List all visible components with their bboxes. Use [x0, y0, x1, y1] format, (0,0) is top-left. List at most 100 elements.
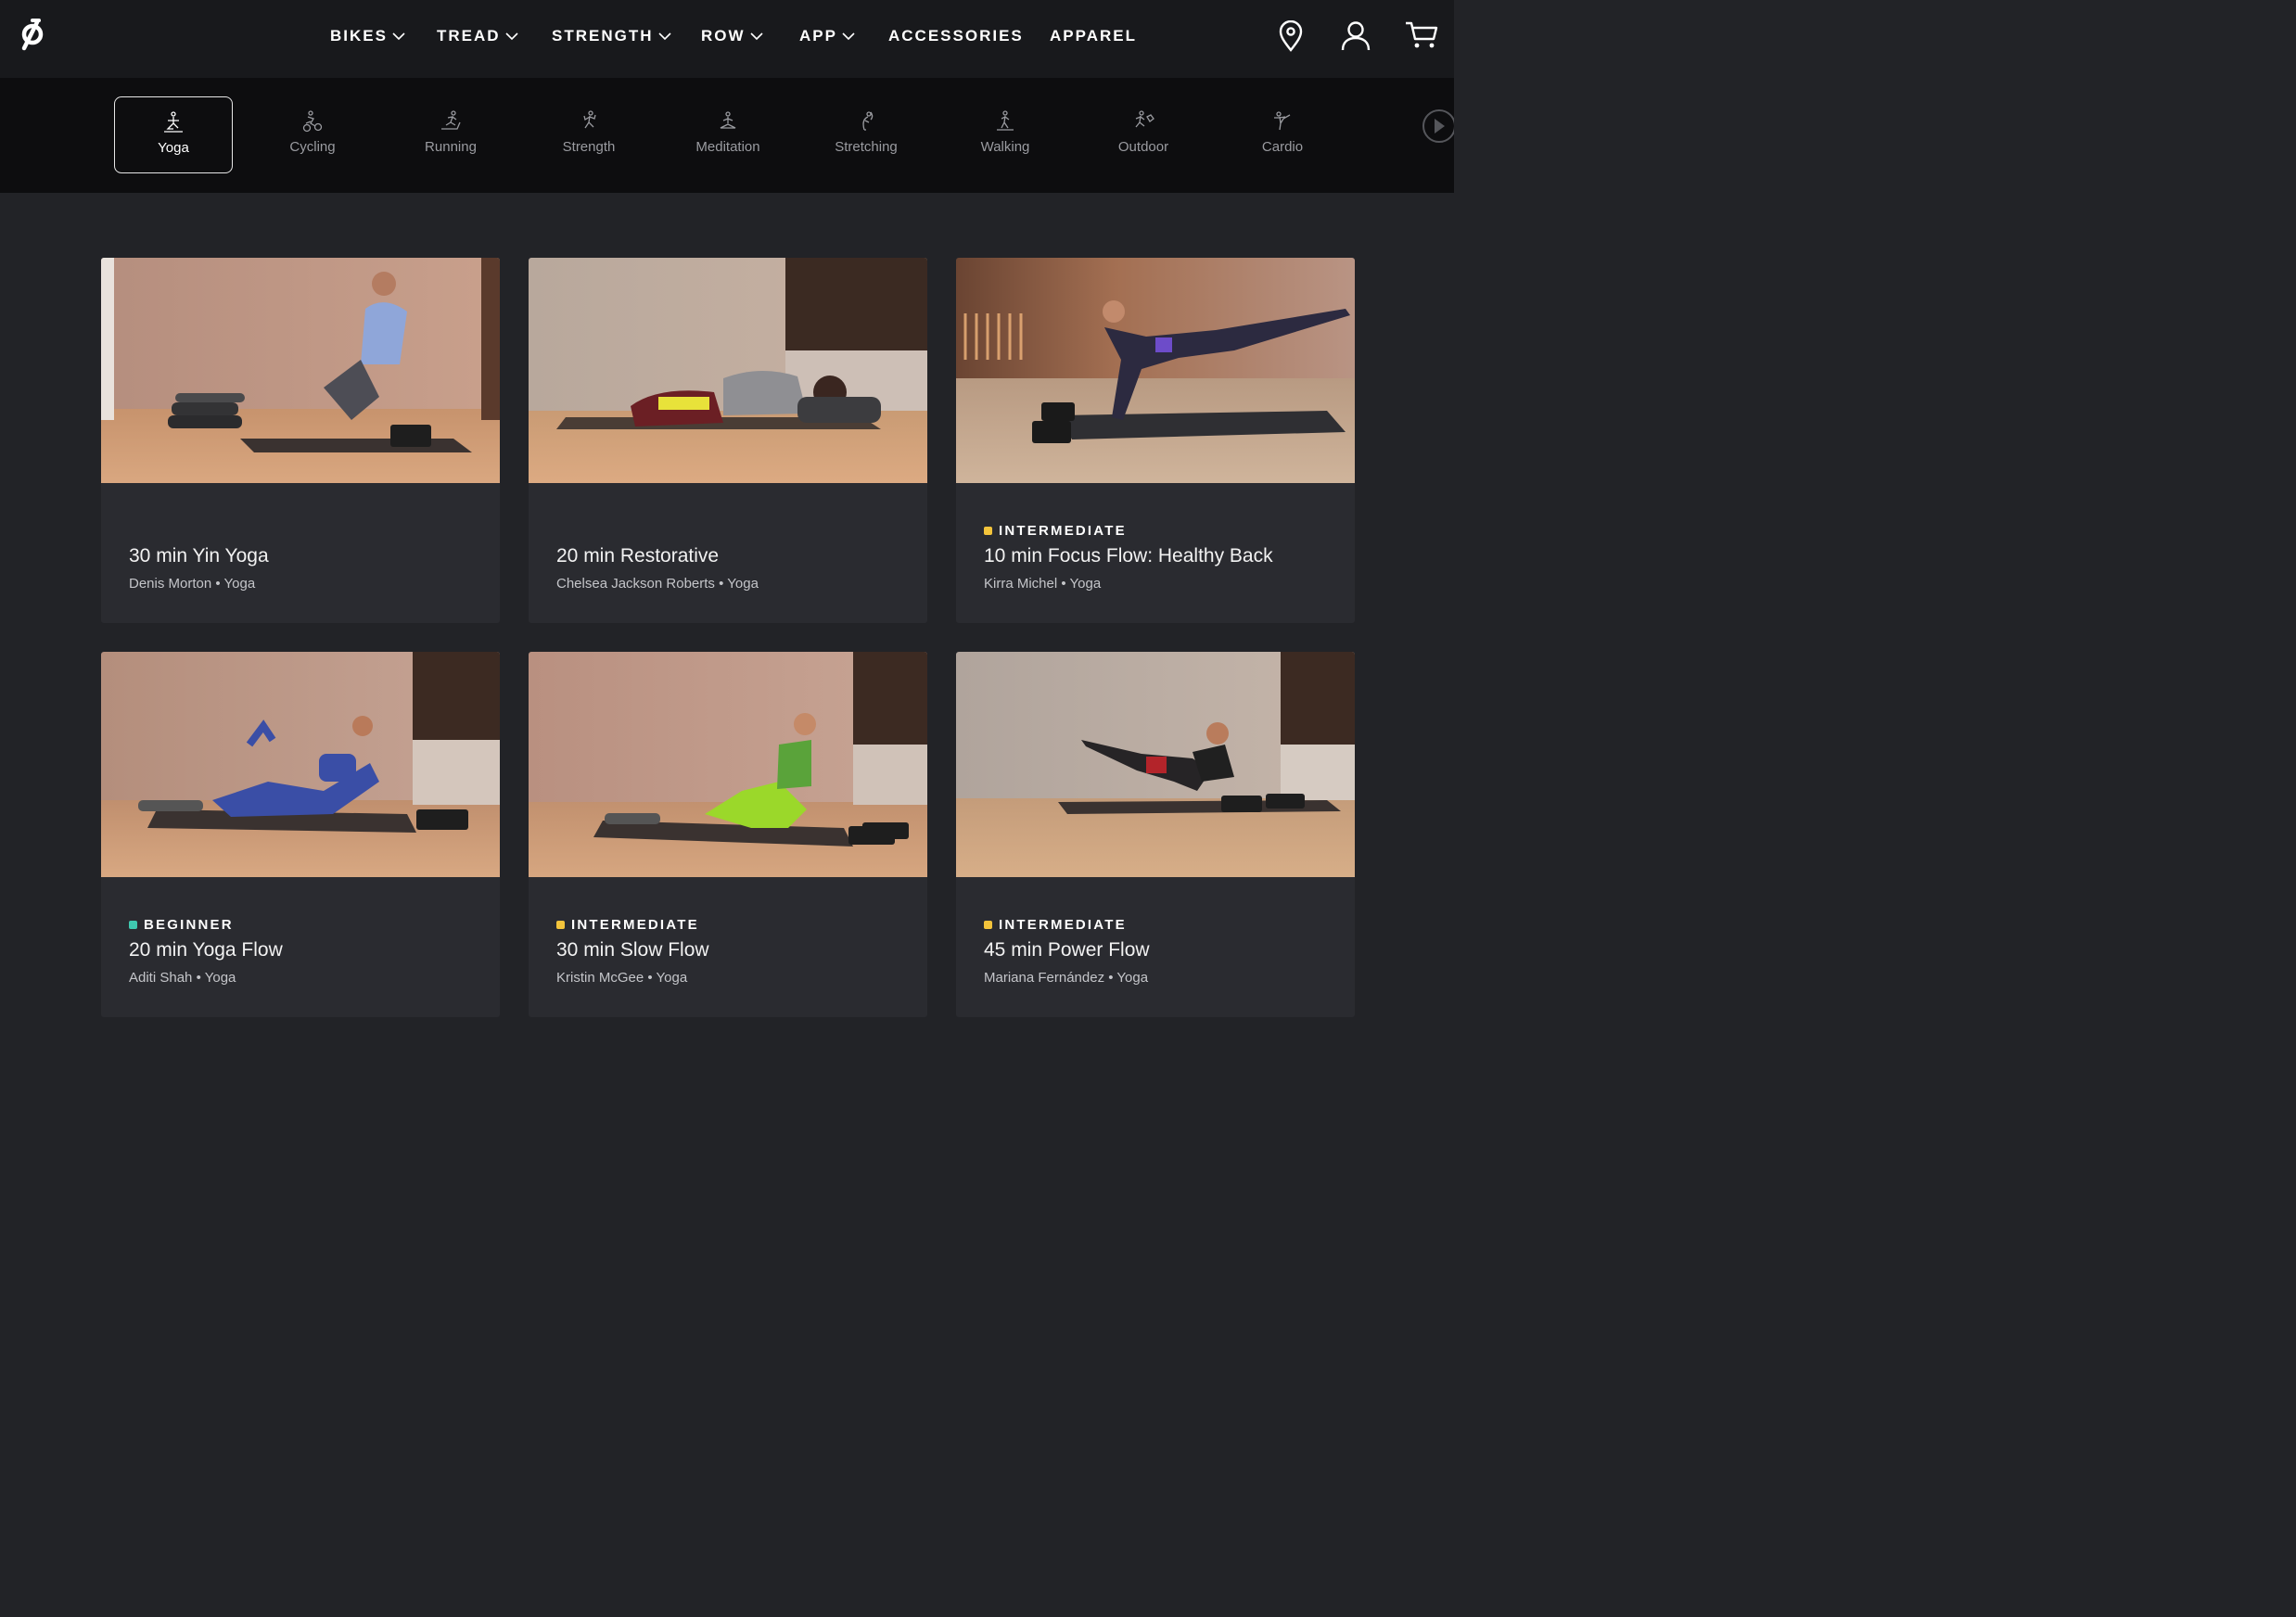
difficulty-label: INTERMEDIATE — [999, 523, 1127, 539]
class-card[interactable]: BEGINNER 20 min Yoga Flow Aditi Shah • Y… — [101, 652, 500, 1017]
running-icon — [441, 110, 461, 130]
top-navigation: BIKES TREAD STRENGTH ROW APP ACCESSORIES… — [0, 0, 1454, 78]
category-walking[interactable]: Walking — [946, 96, 1065, 173]
class-subtitle: Chelsea Jackson Roberts • Yoga — [556, 576, 909, 592]
category-cardio-label: Cardio — [1261, 139, 1304, 155]
nav-tread[interactable]: TREAD — [437, 25, 518, 47]
difficulty-badge: INTERMEDIATE — [984, 523, 1336, 539]
difficulty-dot — [984, 527, 992, 535]
class-title: 30 min Yin Yoga — [129, 545, 269, 567]
nav-bikes[interactable]: BIKES — [330, 25, 405, 47]
category-yoga-label: Yoga — [158, 140, 189, 156]
nav-strength[interactable]: STRENGTH — [552, 25, 671, 47]
walking-icon — [997, 110, 1014, 131]
nav-tread-label: TREAD — [437, 27, 501, 45]
chevron-down-icon — [749, 32, 763, 41]
category-cycling[interactable]: Cycling — [253, 96, 372, 173]
category-meditation[interactable]: Meditation — [669, 96, 787, 173]
difficulty-badge: INTERMEDIATE — [984, 917, 1336, 933]
category-strength[interactable]: Strength — [529, 96, 648, 173]
instructor-name: Mariana Fernández — [984, 970, 1105, 986]
difficulty-label: INTERMEDIATE — [999, 917, 1127, 933]
class-card[interactable]: INTERMEDIATE 30 min Slow Flow Kristin Mc… — [529, 652, 927, 1017]
separator-dot: • — [719, 576, 724, 592]
class-card[interactable]: INTERMEDIATE 10 min Focus Flow: Healthy … — [956, 258, 1355, 623]
separator-dot: • — [1061, 576, 1066, 592]
class-subtitle: Aditi Shah • Yoga — [129, 970, 481, 986]
separator-dot: • — [196, 970, 201, 986]
cardio-icon — [1274, 111, 1291, 131]
chevron-down-icon — [842, 32, 855, 41]
difficulty-badge: BEGINNER — [129, 917, 481, 933]
difficulty-dot — [556, 921, 565, 929]
category-walking-label: Walking — [980, 139, 1030, 155]
class-subtitle: Denis Morton • Yoga — [129, 576, 481, 592]
nav-row[interactable]: ROW — [701, 25, 763, 47]
category-outdoor[interactable]: Outdoor — [1084, 96, 1203, 173]
class-meta: 20 min Restorative Chelsea Jackson Rober… — [556, 545, 909, 592]
class-thumbnail — [101, 258, 500, 483]
nav-row-label: ROW — [701, 27, 746, 45]
class-thumbnail — [101, 652, 500, 877]
category-stretching[interactable]: Stretching — [807, 96, 925, 173]
instructor-name: Denis Morton — [129, 576, 212, 592]
category-outdoor-label: Outdoor — [1117, 139, 1169, 155]
nav-app[interactable]: APP — [799, 25, 855, 47]
category-strength-label: Strength — [562, 139, 616, 155]
category-running[interactable]: Running — [391, 96, 510, 173]
class-thumbnail — [529, 258, 927, 483]
nav-app-label: APP — [799, 27, 837, 45]
instructor-name: Kristin McGee — [556, 970, 644, 986]
cart-icon[interactable] — [1404, 20, 1439, 50]
nav-strength-label: STRENGTH — [552, 27, 654, 45]
separator-dot: • — [1108, 970, 1114, 986]
class-title: 10 min Focus Flow: Healthy Back — [984, 545, 1273, 567]
class-card[interactable]: INTERMEDIATE 45 min Power Flow Mariana F… — [956, 652, 1355, 1017]
nav-apparel-label: APPAREL — [1050, 27, 1137, 45]
category-meditation-label: Meditation — [695, 139, 760, 155]
category-yoga[interactable]: Yoga — [114, 96, 233, 173]
discipline-label: Yoga — [1069, 576, 1102, 592]
stretching-icon — [862, 111, 874, 131]
separator-dot: • — [215, 576, 221, 592]
location-pin-icon[interactable] — [1278, 20, 1304, 52]
outdoor-icon — [1135, 110, 1154, 128]
difficulty-label: BEGINNER — [144, 917, 234, 933]
carousel-next-icon[interactable] — [1421, 108, 1454, 145]
class-card[interactable]: 20 min Restorative Chelsea Jackson Rober… — [529, 258, 927, 623]
yoga-icon — [164, 111, 183, 133]
discipline-label: Yoga — [204, 970, 236, 986]
meditation-icon — [720, 111, 736, 129]
discipline-label: Yoga — [727, 576, 759, 592]
instructor-name: Aditi Shah — [129, 970, 193, 986]
chevron-down-icon — [657, 32, 671, 41]
class-title: 20 min Yoga Flow — [129, 939, 283, 961]
class-subtitle: Kristin McGee • Yoga — [556, 970, 909, 986]
class-thumbnail — [956, 652, 1355, 877]
difficulty-label: INTERMEDIATE — [571, 917, 699, 933]
class-card[interactable]: 30 min Yin Yoga Denis Morton • Yoga — [101, 258, 500, 623]
class-subtitle: Kirra Michel • Yoga — [984, 576, 1336, 592]
class-title: 45 min Power Flow — [984, 939, 1150, 961]
class-thumbnail — [529, 652, 927, 877]
cycling-icon — [302, 110, 323, 133]
category-stretching-label: Stretching — [835, 139, 898, 155]
class-meta: INTERMEDIATE 10 min Focus Flow: Healthy … — [984, 523, 1336, 592]
nav-accessories[interactable]: ACCESSORIES — [888, 25, 1024, 47]
chevron-down-icon — [392, 32, 405, 41]
nav-bikes-label: BIKES — [330, 27, 388, 45]
class-meta: INTERMEDIATE 30 min Slow Flow Kristin Mc… — [556, 917, 909, 986]
class-title: 20 min Restorative — [556, 545, 720, 567]
difficulty-dot — [984, 921, 992, 929]
discipline-label: Yoga — [1116, 970, 1149, 986]
class-title: 30 min Slow Flow — [556, 939, 709, 961]
category-cardio[interactable]: Cardio — [1223, 96, 1342, 173]
separator-dot: • — [647, 970, 653, 986]
class-subtitle: Mariana Fernández • Yoga — [984, 970, 1336, 986]
class-thumbnail — [956, 258, 1355, 483]
account-icon[interactable] — [1340, 20, 1371, 52]
peloton-logo-icon[interactable] — [17, 17, 46, 54]
category-cycling-label: Cycling — [289, 139, 336, 155]
nav-apparel[interactable]: APPAREL — [1050, 25, 1137, 47]
difficulty-dot — [129, 921, 137, 929]
